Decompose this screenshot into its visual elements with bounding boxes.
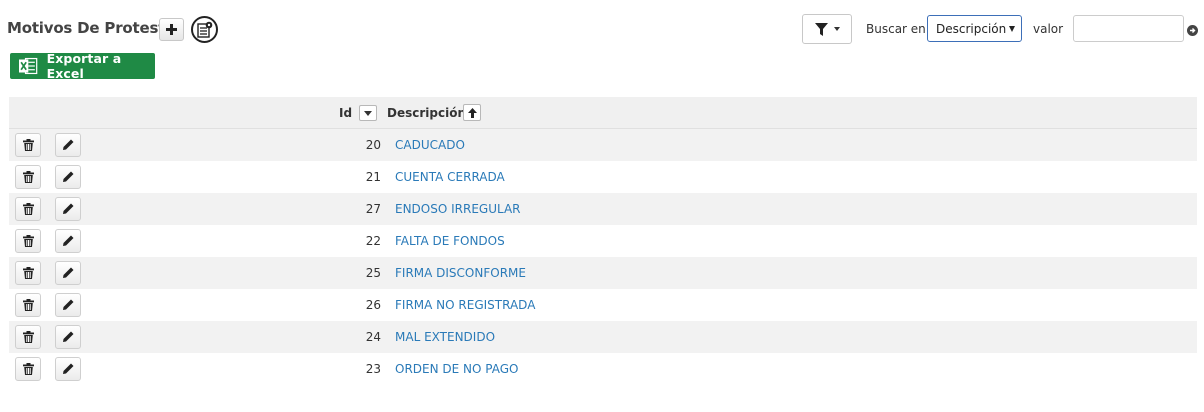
- table-header: Id Descripción: [9, 97, 1197, 129]
- column-header-id: Id: [339, 106, 353, 120]
- trash-icon: [22, 235, 34, 247]
- cell-id: 23: [365, 362, 381, 376]
- table-row: 26 FIRMA NO REGISTRADA: [9, 289, 1197, 321]
- table-row: 21 CUENTA CERRADA: [9, 161, 1197, 193]
- chevron-down-icon: [364, 110, 372, 116]
- table-row: 27 ENDOSO IRREGULAR: [9, 193, 1197, 225]
- pencil-icon: [63, 171, 74, 182]
- cell-descripcion-link[interactable]: CUENTA CERRADA: [395, 170, 505, 184]
- search-field-selected: Descripción: [936, 22, 1007, 36]
- pencil-icon: [63, 267, 74, 278]
- trash-icon: [22, 171, 34, 183]
- export-excel-label: Exportar a Excel: [46, 51, 122, 81]
- delete-button[interactable]: [15, 261, 41, 285]
- edit-button[interactable]: [55, 357, 81, 381]
- cell-id: 26: [365, 298, 381, 312]
- search-value-input[interactable]: [1073, 15, 1184, 42]
- arrow-right-icon: [1190, 28, 1196, 33]
- delete-button[interactable]: [15, 229, 41, 253]
- cell-id: 27: [365, 202, 381, 216]
- cell-descripcion-link[interactable]: ORDEN DE NO PAGO: [395, 362, 518, 376]
- document-settings-button[interactable]: [191, 16, 218, 43]
- delete-button[interactable]: [15, 357, 41, 381]
- sort-descripcion-button[interactable]: [463, 104, 481, 121]
- filter-dropdown-button[interactable]: [802, 14, 852, 44]
- cell-id: 21: [365, 170, 381, 184]
- cell-id: 22: [365, 234, 381, 248]
- cell-descripcion-link[interactable]: FIRMA DISCONFORME: [395, 266, 526, 280]
- pencil-icon: [63, 235, 74, 246]
- pencil-icon: [63, 331, 74, 342]
- cell-id: 25: [365, 266, 381, 280]
- filter-icon: [814, 22, 828, 36]
- edit-button[interactable]: [55, 325, 81, 349]
- trash-icon: [22, 203, 34, 215]
- chevron-down-icon: [833, 27, 840, 31]
- add-button[interactable]: [159, 18, 184, 41]
- cell-descripcion-link[interactable]: FALTA DE FONDOS: [395, 234, 505, 248]
- cell-id: 24: [365, 330, 381, 344]
- search-field-label: Buscar en: [866, 22, 926, 36]
- table-row: 22 FALTA DE FONDOS: [9, 225, 1197, 257]
- column-header-descripcion: Descripción: [387, 106, 466, 120]
- edit-button[interactable]: [55, 165, 81, 189]
- sort-id-button[interactable]: [359, 105, 377, 121]
- pencil-icon: [63, 139, 74, 150]
- delete-button[interactable]: [15, 165, 41, 189]
- plus-icon: [166, 24, 177, 35]
- pencil-icon: [63, 203, 74, 214]
- edit-button[interactable]: [55, 197, 81, 221]
- cell-id: 20: [365, 138, 381, 152]
- edit-button[interactable]: [55, 133, 81, 157]
- delete-button[interactable]: [15, 293, 41, 317]
- table-row: 20 CADUCADO: [9, 129, 1197, 161]
- cell-descripcion-link[interactable]: CADUCADO: [395, 138, 465, 152]
- trash-icon: [22, 267, 34, 279]
- page-title: Motivos De Protesto: [7, 19, 176, 37]
- delete-button[interactable]: [15, 133, 41, 157]
- table-row: 24 MAL EXTENDIDO: [9, 321, 1197, 353]
- delete-button[interactable]: [15, 325, 41, 349]
- edit-button[interactable]: [55, 261, 81, 285]
- edit-button[interactable]: [55, 229, 81, 253]
- cell-descripcion-link[interactable]: FIRMA NO REGISTRADA: [395, 298, 535, 312]
- trash-icon: [22, 139, 34, 151]
- trash-icon: [22, 299, 34, 311]
- cell-descripcion-link[interactable]: ENDOSO IRREGULAR: [395, 202, 521, 216]
- delete-button[interactable]: [15, 197, 41, 221]
- table-row: 25 FIRMA DISCONFORME: [9, 257, 1197, 289]
- pencil-icon: [63, 299, 74, 310]
- search-field-select[interactable]: Descripción: [927, 15, 1022, 42]
- pencil-icon: [63, 363, 74, 374]
- results-table: Id Descripción 20 CADUCADO 21 CUENTA CERRAD…: [9, 97, 1197, 385]
- table-row: 23 ORDEN DE NO PAGO: [9, 353, 1197, 385]
- trash-icon: [22, 331, 34, 343]
- value-label: valor: [1033, 22, 1064, 36]
- export-excel-button[interactable]: Exportar a Excel: [10, 51, 155, 81]
- excel-icon: [19, 57, 38, 75]
- edit-button[interactable]: [55, 293, 81, 317]
- search-go-icon[interactable]: [1187, 25, 1198, 36]
- trash-icon: [22, 363, 34, 375]
- document-settings-icon: [197, 21, 213, 38]
- arrow-up-icon: [467, 107, 477, 118]
- select-arrow-icon: [1009, 26, 1015, 32]
- cell-descripcion-link[interactable]: MAL EXTENDIDO: [395, 330, 495, 344]
